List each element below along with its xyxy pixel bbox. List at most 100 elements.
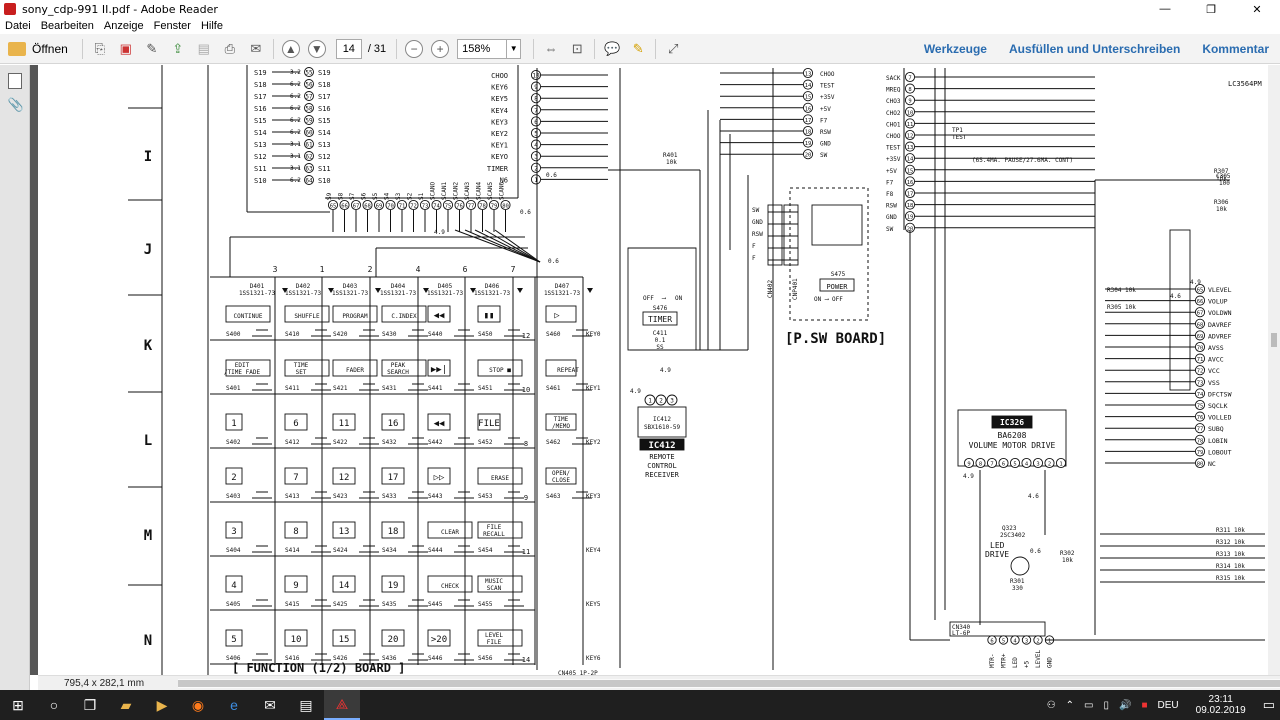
maximize-button[interactable]: ❐ xyxy=(1188,0,1234,18)
connector-pin-name: SW xyxy=(820,152,828,159)
firefox-icon[interactable]: ◉ xyxy=(180,690,216,720)
language-indicator[interactable]: DEU xyxy=(1158,700,1179,711)
power-label: POWER xyxy=(826,283,848,291)
horizontal-scrollbar[interactable] xyxy=(178,679,1280,688)
diode-ref: D401 xyxy=(250,283,265,290)
pin-name: VOLUP xyxy=(1208,298,1228,306)
horizontal-scroll-thumb[interactable] xyxy=(178,680,1280,687)
menu-hilfe[interactable]: Hilfe xyxy=(196,20,228,32)
notification-icon[interactable]: ▭ xyxy=(1263,697,1275,713)
switch-ref: S421 xyxy=(333,385,348,392)
task-view-icon[interactable]: ❐ xyxy=(72,690,108,720)
file-explorer-icon[interactable]: ▰ xyxy=(108,690,144,720)
convert-icon[interactable]: ▣ xyxy=(116,39,136,59)
vertical-scrollbar[interactable] xyxy=(1268,65,1280,675)
pin-number: 55 xyxy=(305,70,313,77)
page-number-input[interactable]: 14 xyxy=(335,38,362,59)
cn402-pin: F xyxy=(752,255,756,262)
switch-ref: S403 xyxy=(226,493,241,500)
key-label: FILE xyxy=(478,419,500,429)
pin-name: LOBOUT xyxy=(1208,448,1232,456)
email-icon[interactable]: ✉ xyxy=(246,39,266,59)
switch-ref: S433 xyxy=(382,493,397,500)
mail-icon[interactable]: ✉ xyxy=(252,690,288,720)
cnp401-ref: CNP401 xyxy=(792,278,799,300)
volume-icon[interactable]: 🔊 xyxy=(1119,700,1131,711)
people-icon[interactable]: ⚇ xyxy=(1047,700,1056,711)
comment-icon[interactable]: 💬 xyxy=(602,39,622,59)
switch-ref: S454 xyxy=(478,547,493,554)
vertical-scroll-thumb[interactable] xyxy=(1271,333,1277,347)
tools-button[interactable]: Werkzeuge xyxy=(913,42,998,56)
pin-name-right: S13 xyxy=(318,141,331,149)
store-icon[interactable]: ▤ xyxy=(288,690,324,720)
fit-page-icon[interactable]: ⊡ xyxy=(567,39,587,59)
pin-name-left: S12 xyxy=(254,153,267,161)
menu-datei[interactable]: Datei xyxy=(0,20,36,32)
search-icon[interactable]: ○ xyxy=(36,690,72,720)
capacitor-ref: C411 xyxy=(653,330,668,337)
next-page-icon[interactable]: ▼ xyxy=(307,39,326,58)
pin-number: 68 xyxy=(364,204,371,210)
page-thumbnails-icon[interactable] xyxy=(7,73,22,89)
attachments-icon[interactable]: 📎 xyxy=(8,97,24,113)
key-label: 17 xyxy=(388,473,399,483)
toolbar: Öffnen ⎘ ▣ ✎ ⇪ ▤ ⎙ ✉ ▲ ▼ 14 / 31 − + 158… xyxy=(0,34,1280,64)
menu-anzeige[interactable]: Anzeige xyxy=(99,20,149,32)
close-button[interactable]: ✕ xyxy=(1234,0,1280,18)
edge-icon[interactable]: e xyxy=(216,690,252,720)
media-player-icon[interactable]: ▶ xyxy=(144,690,180,720)
toolbar-separator xyxy=(272,38,274,59)
create-pdf-icon[interactable]: ⎘ xyxy=(90,39,110,59)
column-number: 3 xyxy=(273,265,278,274)
connector-pin-name: CHO3 xyxy=(886,98,901,105)
save-icon[interactable]: ▤ xyxy=(194,39,214,59)
switch-ref: S431 xyxy=(382,385,397,392)
print-icon[interactable]: ⎙ xyxy=(220,39,240,59)
acrobat-tray-icon[interactable]: ■ xyxy=(1141,700,1147,711)
fit-width-icon[interactable]: ⇔ xyxy=(541,39,561,59)
resistor-label: R304 10k xyxy=(1107,287,1136,294)
zoom-dropdown-icon[interactable]: ▼ xyxy=(507,38,522,59)
previous-page-icon[interactable]: ▲ xyxy=(281,39,300,58)
clock[interactable]: 23:11 09.02.2019 xyxy=(1196,694,1246,716)
zoom-out-icon[interactable]: − xyxy=(405,39,424,58)
pin-number: 16 xyxy=(907,180,914,186)
ic-outline-right xyxy=(1169,229,1191,391)
comment-panel-button[interactable]: Kommentar xyxy=(1191,42,1280,56)
acrobat-taskbar-icon[interactable]: ⟁ xyxy=(324,690,360,720)
pin-number: 13 xyxy=(805,72,812,78)
tray-expand-icon[interactable]: ⌃ xyxy=(1066,700,1074,711)
open-button[interactable]: Öffnen xyxy=(8,41,68,56)
switch-off-label: OFF xyxy=(643,295,654,302)
pin-name: SUBQ xyxy=(1208,425,1224,433)
edit-icon[interactable]: ✎ xyxy=(142,39,162,59)
fullscreen-icon[interactable]: ⤢ xyxy=(663,39,683,59)
connector-pin-name: CHOO xyxy=(886,133,901,140)
key-label-box xyxy=(545,305,577,323)
menu-fenster[interactable]: Fenster xyxy=(149,20,196,32)
menu-bearbeiten[interactable]: Bearbeiten xyxy=(36,20,99,32)
capacitor-value: 0.1 xyxy=(655,337,666,344)
ic-desc: REMOTE xyxy=(649,453,674,461)
start-icon[interactable]: ⊞ xyxy=(0,690,36,720)
switch-ref: S460 xyxy=(546,331,561,338)
connector-pin-name: GND xyxy=(820,141,831,148)
fill-sign-button[interactable]: Ausfüllen und Unterschreiben xyxy=(998,42,1191,56)
zoom-in-icon[interactable]: + xyxy=(431,39,450,58)
pin-number: 77 xyxy=(1197,427,1204,433)
transistor-part: 2SC3402 xyxy=(1000,532,1026,539)
pin-number: 69 xyxy=(376,204,383,210)
document-view[interactable]: IJKLMNS193.255S19S186.256S18S176.257S17S… xyxy=(38,65,1268,675)
pin-number: 68 xyxy=(1197,322,1204,328)
key-label: SHUFFLE xyxy=(294,313,320,320)
connector-pin-name: GND xyxy=(886,214,897,221)
connector-pin-name: CHO1 xyxy=(886,121,901,128)
network-icon[interactable]: ▭ xyxy=(1084,700,1093,711)
zoom-input[interactable]: 158% xyxy=(457,38,508,59)
highlight-icon[interactable]: ✎ xyxy=(628,39,648,59)
minimize-button[interactable]: — xyxy=(1142,0,1188,18)
upload-icon[interactable]: ⇪ xyxy=(168,39,188,59)
key-label: 8 xyxy=(293,527,298,537)
battery-icon[interactable]: ▯ xyxy=(1104,700,1110,711)
